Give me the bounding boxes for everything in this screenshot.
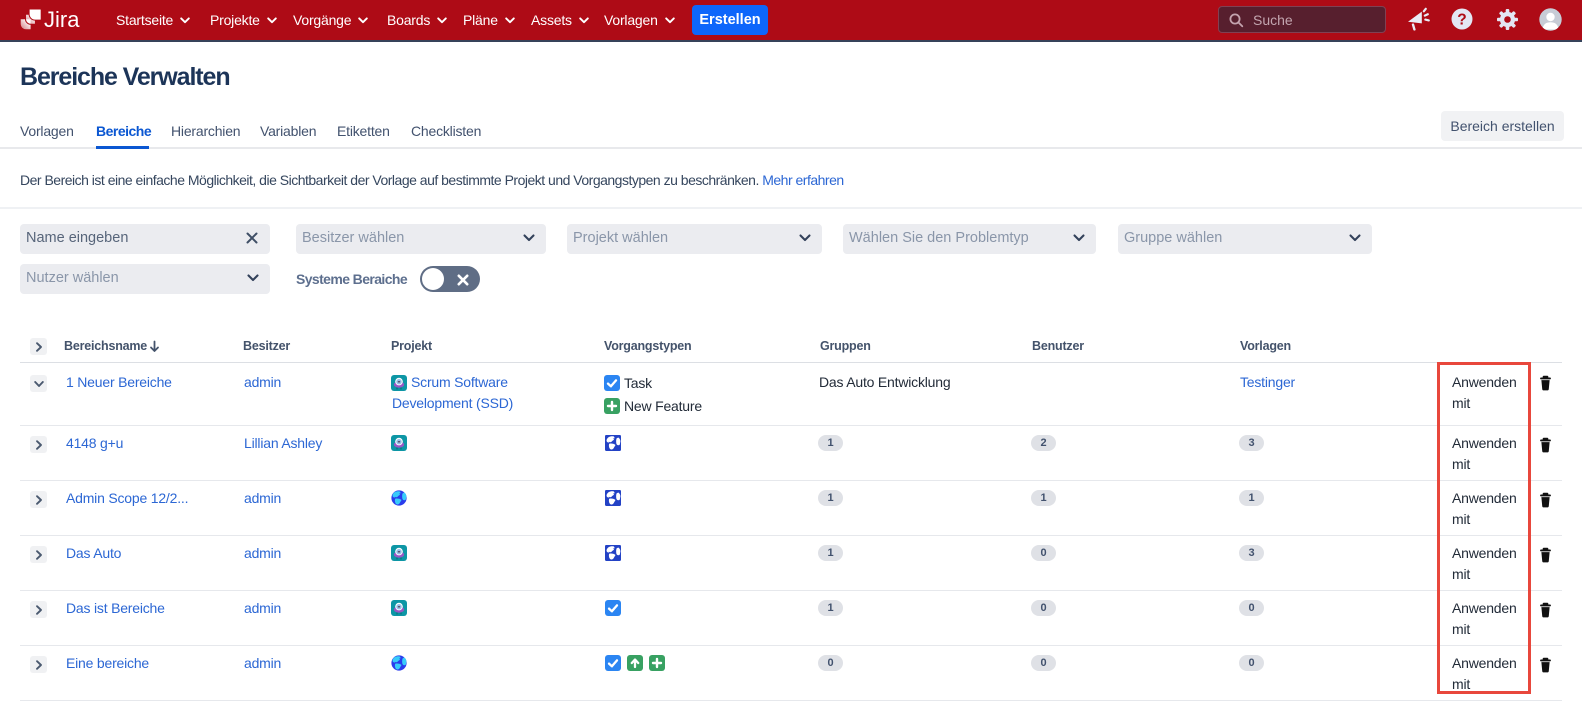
svg-text:?: ? (1457, 12, 1466, 29)
